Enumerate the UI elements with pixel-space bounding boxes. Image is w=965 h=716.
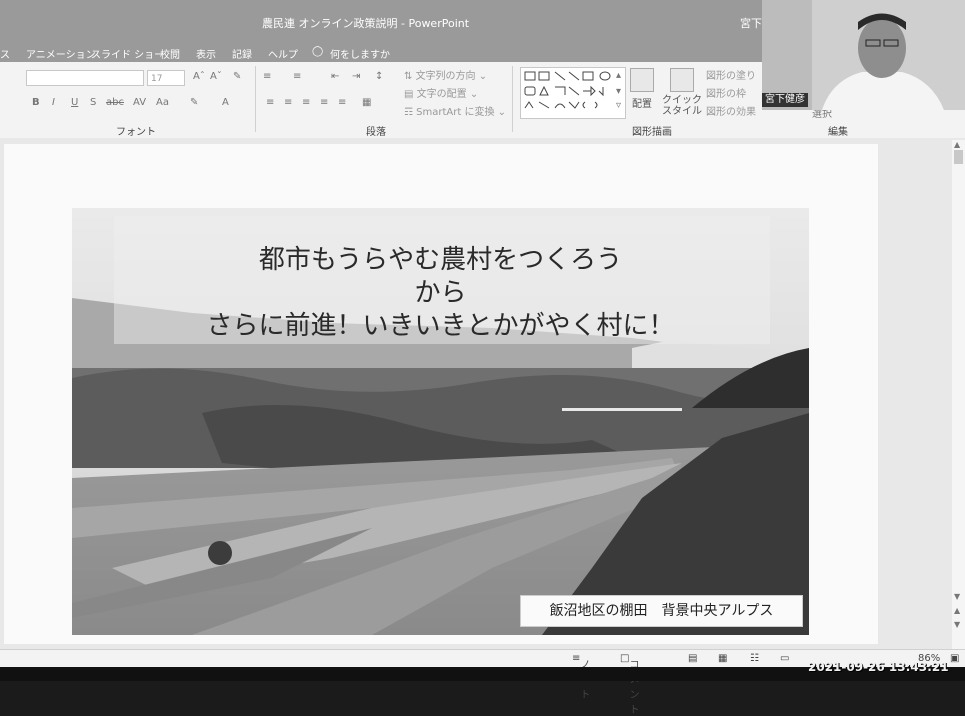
slideshow-icon[interactable]: ▭ (780, 653, 789, 664)
font-color-icon[interactable]: A (222, 97, 229, 108)
shape-outline-button[interactable]: 図形の枠 (706, 85, 746, 100)
shape-effects-button[interactable]: 図形の効果 (706, 103, 756, 118)
quick-styles-label: クイック スタイル (662, 95, 702, 117)
clear-format-icon[interactable]: ✎ (233, 71, 241, 82)
numbering-icon[interactable]: ≡ (293, 71, 301, 82)
fit-slide-icon[interactable]: ▣ (950, 653, 959, 664)
grow-font-icon[interactable]: Aˆ (193, 71, 205, 82)
next-slide-icon[interactable]: ▼ (954, 620, 960, 629)
text-direction-button[interactable]: ⇅ 文字列の方向 ⌄ (404, 67, 487, 82)
quick-styles-icon (670, 68, 694, 92)
reading-view-icon[interactable]: ☷ (750, 653, 759, 664)
tab-record[interactable]: 記録 (232, 46, 252, 61)
gallery-down-icon[interactable]: ▾ (616, 86, 621, 97)
group-font-label: フォント (116, 127, 156, 138)
tab-review[interactable]: 校閲 (160, 46, 180, 61)
align-right-icon[interactable]: ≡ (302, 97, 310, 108)
title-line-3[interactable]: さらに前進！いきいきとかがやく村に！ (72, 311, 809, 341)
tab-view[interactable]: 表示 (196, 46, 216, 61)
recording-timestamp: 2021-09-26 13:43:21 (808, 660, 949, 674)
slide-sorter-icon[interactable]: ▦ (718, 653, 727, 664)
shrink-font-icon[interactable]: Aˇ (210, 71, 222, 82)
tab-slideshow[interactable]: スライド ショー (91, 46, 164, 61)
align-left-icon[interactable]: ≡ (266, 97, 274, 108)
align-center-icon[interactable]: ≡ (284, 97, 292, 108)
justify-icon[interactable]: ≡ (320, 97, 328, 108)
strikethrough-icon[interactable]: abc (106, 97, 124, 108)
slide[interactable]: 都市もうらやむ農村をつくろう から さらに前進！いきいきとかがやく村に！ 飯沼地… (72, 208, 809, 635)
arrange-icon (630, 68, 654, 92)
participant-name: 宮下健彦 (762, 93, 808, 107)
prev-slide-icon[interactable]: ▲ (954, 606, 960, 615)
align-text-button[interactable]: ▤ 文字の配置 ⌄ (404, 85, 478, 100)
window-title: 農民連 オンライン政策説明 - PowerPoint (262, 17, 470, 30)
italic-icon[interactable]: I (52, 97, 55, 108)
columns-icon[interactable]: ▦ (362, 97, 371, 108)
change-case-icon[interactable]: Aa (156, 97, 169, 108)
increase-indent-icon[interactable]: ⇥ (352, 71, 360, 82)
normal-view-icon[interactable]: ▤ (688, 653, 697, 664)
smartart-button[interactable]: ☶ SmartArt に変換 ⌄ (404, 103, 506, 118)
divider (255, 66, 256, 132)
divider (512, 66, 513, 132)
line-spacing-icon[interactable]: ↕ (375, 71, 383, 82)
tab-transitions[interactable]: ス (0, 46, 10, 61)
arrange-label: 配置 (632, 99, 652, 110)
comments-button[interactable]: □ コメント (620, 653, 639, 716)
arrange-button[interactable]: 配置 (630, 68, 654, 110)
scroll-thumb[interactable] (954, 150, 963, 164)
gallery-more-icon[interactable]: ▿ (616, 100, 621, 111)
tab-help[interactable]: ヘルプ (268, 46, 298, 61)
tab-animations[interactable]: アニメーション (26, 46, 96, 61)
lightbulb-icon: ◯ (312, 46, 324, 57)
highlight-icon[interactable]: ✎ (190, 97, 198, 108)
shapes-gallery-icon (524, 71, 611, 109)
photo-caption[interactable]: 飯沼地区の棚田 背景中央アルプス (520, 595, 803, 627)
title-line-2[interactable]: から (72, 278, 809, 308)
account-name[interactable]: 宮下 (740, 15, 762, 31)
distributed-icon[interactable]: ≡ (338, 97, 346, 108)
underline-icon[interactable]: U (71, 97, 78, 108)
notes-button[interactable]: ≡ ノート (572, 653, 590, 701)
decrease-indent-icon[interactable]: ⇤ (331, 71, 339, 82)
group-paragraph-label: 段落 (366, 127, 386, 138)
shapes-gallery[interactable] (520, 67, 626, 119)
vertical-scrollbar[interactable]: ▲ ▼ ▲ ▼ (952, 140, 965, 649)
group-drawing-label: 図形描画 (632, 127, 672, 138)
shape-fill-button[interactable]: 図形の塗り (706, 67, 756, 82)
title-line-1[interactable]: 都市もうらやむ農村をつくろう (72, 245, 809, 275)
quick-styles-button[interactable]: クイック スタイル (662, 68, 702, 117)
font-size-box[interactable]: 17 (147, 70, 185, 86)
scroll-down-icon[interactable]: ▼ (954, 592, 960, 601)
shadow-icon[interactable]: S (90, 97, 96, 108)
tell-me-search[interactable]: 何をしますか (330, 46, 390, 61)
gallery-up-icon[interactable]: ▴ (616, 70, 621, 81)
char-spacing-icon[interactable]: AV (133, 97, 146, 108)
group-editing-label: 編集 (828, 127, 848, 138)
font-name-box[interactable] (26, 70, 144, 86)
bullets-icon[interactable]: ≡ (263, 71, 271, 82)
scroll-up-icon[interactable]: ▲ (954, 140, 960, 149)
bold-icon[interactable]: B (32, 97, 40, 108)
